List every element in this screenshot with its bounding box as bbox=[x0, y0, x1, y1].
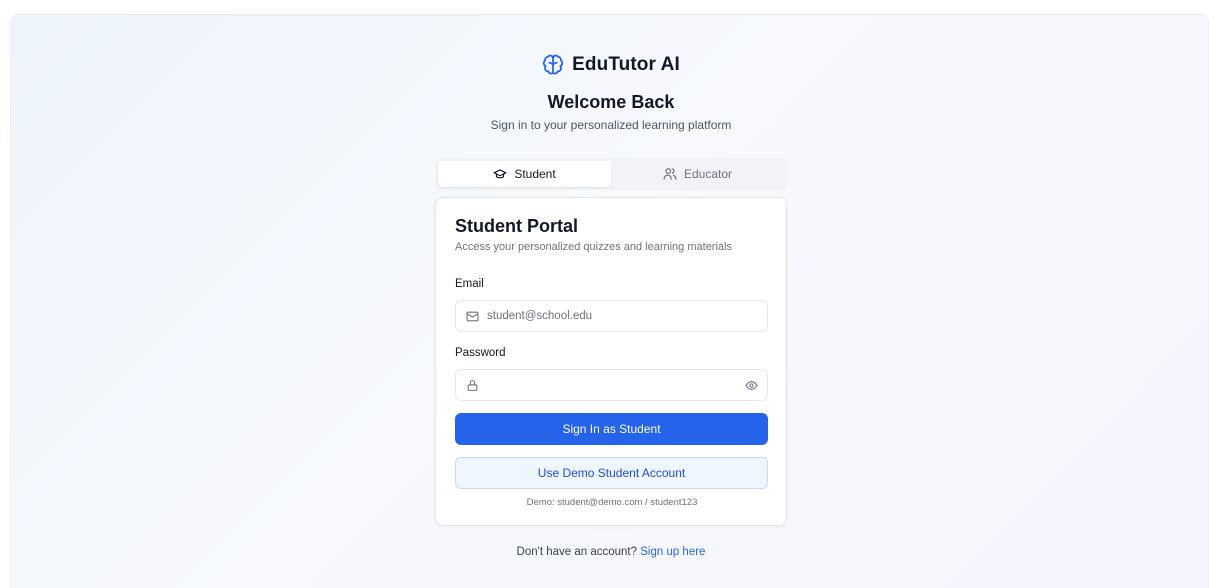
email-input[interactable] bbox=[487, 310, 747, 322]
sign-in-button[interactable]: Sign In as Student bbox=[455, 413, 768, 445]
brain-icon bbox=[542, 54, 564, 76]
users-icon bbox=[663, 167, 677, 181]
demo-account-button[interactable]: Use Demo Student Account bbox=[455, 457, 768, 489]
tab-educator-label: Educator bbox=[683, 167, 733, 181]
tab-educator[interactable]: Educator bbox=[611, 161, 784, 187]
password-input-wrapper bbox=[455, 369, 768, 401]
lock-icon bbox=[466, 379, 479, 392]
portal-description: Access your personalized quizzes and lea… bbox=[455, 241, 732, 253]
mail-icon bbox=[466, 310, 479, 323]
page-subtitle: Sign in to your personalized learning pl… bbox=[490, 118, 732, 132]
password-input[interactable] bbox=[487, 379, 747, 391]
sign-up-link[interactable]: Sign up here bbox=[640, 546, 705, 558]
tab-student[interactable]: Student bbox=[438, 161, 611, 187]
login-page: EduTutor AI Welcome Back Sign in to your… bbox=[10, 14, 1209, 588]
email-input-wrapper bbox=[455, 300, 768, 332]
portal-title: Student Portal bbox=[455, 216, 579, 236]
role-tabs: Student Educator bbox=[435, 158, 787, 190]
signup-prompt-text: Don't have an account? bbox=[516, 546, 638, 558]
signup-prompt: Don't have an account? Sign up here bbox=[435, 546, 787, 558]
password-label: Password bbox=[455, 347, 506, 359]
demo-credentials-hint: Demo: student@demo.com / student123 bbox=[526, 497, 698, 508]
page-title: Welcome Back bbox=[547, 92, 675, 112]
email-label: Email bbox=[455, 278, 484, 290]
tab-student-label: Student bbox=[514, 167, 556, 181]
eye-icon[interactable] bbox=[745, 379, 758, 392]
brand-name: EduTutor AI bbox=[572, 54, 680, 75]
brand-header: EduTutor AI bbox=[435, 52, 787, 78]
graduation-cap-icon bbox=[493, 167, 507, 181]
student-portal-card: Student Portal Access your personalized … bbox=[435, 197, 787, 526]
